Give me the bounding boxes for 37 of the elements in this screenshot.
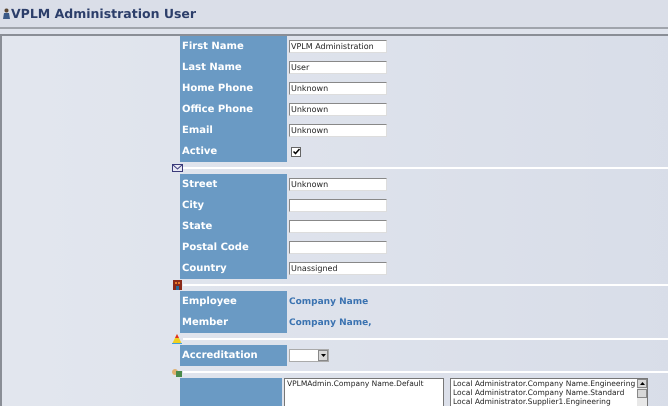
link[interactable]: Company Name, <box>289 318 372 328</box>
field-label: Last Name <box>180 57 287 78</box>
field-label: First Name <box>180 36 287 57</box>
window-title: VPLM Administration User <box>11 6 196 21</box>
scroll-up-arrow[interactable] <box>637 379 648 388</box>
input-field[interactable]: Unknown <box>289 82 387 95</box>
input-field[interactable] <box>289 199 387 212</box>
field-label: Member <box>180 312 287 333</box>
field-label: Street <box>180 174 287 195</box>
field-label: State <box>180 216 287 237</box>
input-field[interactable]: Unknown <box>289 178 387 191</box>
checkbox[interactable] <box>291 146 301 156</box>
scrollbar[interactable] <box>637 379 648 406</box>
envelope-icon <box>172 163 183 173</box>
input-field[interactable]: VPLM Administration <box>289 40 387 53</box>
link[interactable]: Company Name <box>289 296 368 306</box>
input-field[interactable] <box>289 220 387 233</box>
field-label: City <box>180 195 287 216</box>
field-label: Accreditation <box>180 345 287 366</box>
input-field[interactable]: Unknown <box>289 124 387 137</box>
cone-icon <box>172 334 183 344</box>
scrollbar-thumb[interactable] <box>637 389 648 398</box>
field-label: Office Phone <box>180 99 287 120</box>
input-field[interactable] <box>289 241 387 254</box>
people-icon <box>172 367 183 377</box>
field-label: Employee <box>180 291 287 312</box>
building-icon <box>172 280 183 290</box>
user-icon <box>3 8 10 19</box>
field-label: Country <box>180 258 287 279</box>
field-label: Home Phone <box>180 78 287 99</box>
input-field[interactable]: User <box>289 61 387 74</box>
input-field[interactable]: Unassigned <box>289 262 387 275</box>
dropdown[interactable] <box>289 349 329 362</box>
field-label: Postal Code <box>180 237 287 258</box>
field-label: Active <box>180 141 287 162</box>
input-field[interactable]: Unknown <box>289 103 387 116</box>
field-label: Email <box>180 120 287 141</box>
